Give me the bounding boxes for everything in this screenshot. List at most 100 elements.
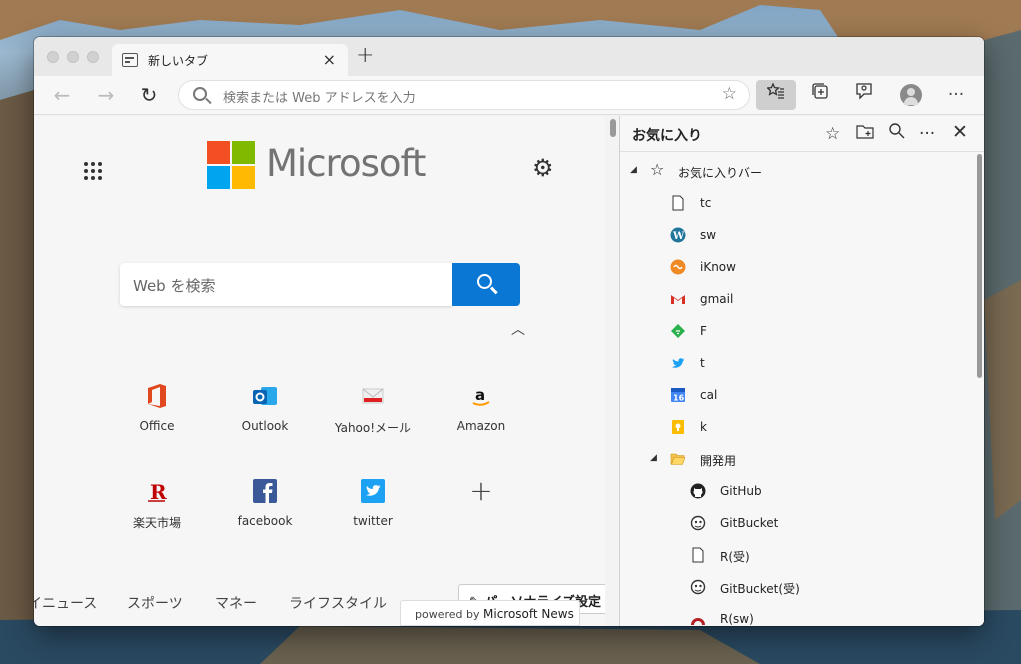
settings-more-button[interactable]: ··· xyxy=(936,80,976,110)
quick-link-label: twitter xyxy=(353,514,393,528)
quick-link-label: facebook xyxy=(237,514,293,528)
profile-avatar[interactable] xyxy=(900,84,922,106)
favorites-list-icon xyxy=(765,82,784,99)
app-launcher-icon[interactable] xyxy=(84,162,102,180)
favorite-label: iKnow xyxy=(700,260,736,274)
tab-strip: 新しいタブ × + xyxy=(34,37,984,77)
quick-link-label: Office xyxy=(139,419,175,433)
address-bar[interactable]: 検索または Web アドレスを入力 ☆ xyxy=(178,80,750,110)
favorite-label: R(受) xyxy=(720,550,750,564)
add-favorite-icon[interactable]: ☆ xyxy=(825,124,840,144)
close-window-button[interactable] xyxy=(47,51,59,63)
star-icon: ☆ xyxy=(650,160,665,179)
rakuten-icon: R xyxy=(143,477,171,505)
github-icon xyxy=(690,483,706,499)
favorite-label: tc xyxy=(700,196,712,210)
svg-text:16: 16 xyxy=(673,394,685,403)
search-icon[interactable] xyxy=(888,122,906,145)
toolbar: ← → ↻ 検索または Web アドレスを入力 ☆ ··· xyxy=(34,76,984,115)
quick-link-twitter[interactable]: twitter xyxy=(323,477,423,528)
favorite-label: k xyxy=(700,420,707,434)
favorite-label: F xyxy=(700,324,707,338)
favorites-scrollbar[interactable] xyxy=(977,154,982,378)
news-tab-money[interactable]: マネー xyxy=(215,593,257,613)
favorite-label: GitBucket(受) xyxy=(720,582,800,596)
keep-icon xyxy=(672,420,684,434)
feedback-button[interactable] xyxy=(844,80,884,110)
collapse-triangle-icon[interactable]: ◢ xyxy=(630,165,637,175)
page-icon xyxy=(672,195,684,211)
feedly-icon xyxy=(671,324,685,338)
feedback-icon xyxy=(856,83,872,100)
calendar-icon: 16 xyxy=(671,388,685,403)
outlook-icon xyxy=(251,382,279,410)
page-scrollbar[interactable] xyxy=(610,119,616,137)
favorite-label: gmail xyxy=(700,292,734,306)
page-icon xyxy=(692,547,704,563)
collapse-triangle-icon[interactable]: ◢ xyxy=(650,453,657,463)
new-tab-button[interactable]: + xyxy=(356,43,374,68)
tab-new-tab[interactable]: 新しいタブ × xyxy=(112,44,348,77)
browser-window: 新しいタブ × + ← → ↻ 検索または Web アドレスを入力 ☆ ··· xyxy=(34,37,984,626)
back-button[interactable]: ← xyxy=(49,82,75,108)
office-icon xyxy=(143,382,171,410)
favorite-label: t xyxy=(700,356,705,370)
folder-label: 開発用 xyxy=(700,454,737,468)
chevron-up-icon[interactable]: ︿ xyxy=(511,319,525,339)
refresh-button[interactable]: ↻ xyxy=(136,82,162,108)
favorite-label: GitHub xyxy=(720,484,762,498)
search-icon xyxy=(193,87,207,101)
zoom-window-button[interactable] xyxy=(87,51,99,63)
web-search-button[interactable] xyxy=(452,263,520,306)
favorite-label: cal xyxy=(700,388,718,402)
quick-link-outlook[interactable]: Outlook xyxy=(215,382,315,433)
favorites-button[interactable] xyxy=(756,80,796,110)
news-tab-sports[interactable]: スポーツ xyxy=(127,593,183,613)
favorites-bar-label: お気に入りバー xyxy=(678,166,763,180)
iknow-icon xyxy=(670,259,686,275)
forward-button[interactable]: → xyxy=(93,82,119,108)
add-favorite-icon[interactable]: ☆ xyxy=(722,84,737,104)
gear-icon[interactable]: ⚙ xyxy=(532,154,554,182)
collections-icon xyxy=(812,83,828,99)
news-tab-news[interactable]: イニュース xyxy=(34,593,97,613)
redmine-icon xyxy=(691,618,705,625)
address-input[interactable]: 検索または Web アドレスを入力 xyxy=(223,87,416,106)
powered-by-badge: powered by Microsoft News xyxy=(400,600,580,626)
more-options-icon[interactable]: ··· xyxy=(919,124,935,144)
new-tab-page-icon xyxy=(122,53,138,67)
quick-link-facebook[interactable]: facebook xyxy=(215,477,315,528)
folder-open-icon xyxy=(670,453,686,465)
add-quick-link-button[interactable]: + xyxy=(431,477,531,505)
powered-by-brand: Microsoft News xyxy=(483,607,574,621)
yahoo-mail-icon xyxy=(359,382,387,410)
facebook-icon xyxy=(251,477,279,505)
favorite-label: GitBucket xyxy=(720,516,779,530)
favorite-label: R(sw) xyxy=(720,612,754,626)
svg-text:a: a xyxy=(475,386,485,404)
gmail-icon xyxy=(671,295,685,304)
quick-link-office[interactable]: Office xyxy=(107,382,207,433)
plus-icon: + xyxy=(469,474,493,507)
quick-link-label: Outlook xyxy=(241,419,289,433)
add-folder-icon[interactable] xyxy=(856,123,874,144)
quick-link-amazon[interactable]: a Amazon xyxy=(431,382,531,433)
twitter-icon xyxy=(672,358,685,368)
quick-link-label: 楽天市場 xyxy=(132,516,181,530)
favorites-header-divider xyxy=(620,151,984,152)
microsoft-wordmark: Microsoft xyxy=(266,142,426,185)
search-icon xyxy=(477,274,492,289)
close-icon[interactable]: ✕ xyxy=(952,121,968,143)
quick-link-yahoo-mail[interactable]: Yahoo!メール xyxy=(323,382,423,436)
tab-title: 新しいタブ xyxy=(148,54,209,68)
quick-link-label: Amazon xyxy=(456,419,506,433)
gitbucket-icon xyxy=(690,515,706,531)
news-tab-lifestyle[interactable]: ライフスタイル xyxy=(289,593,387,613)
collections-button[interactable] xyxy=(800,80,840,110)
powered-by-prefix: powered by xyxy=(415,608,480,621)
close-tab-icon[interactable]: × xyxy=(323,50,336,69)
wordpress-icon: W xyxy=(670,227,686,243)
minimize-window-button[interactable] xyxy=(67,51,79,63)
web-search-input[interactable]: Web を検索 xyxy=(120,263,452,306)
quick-link-rakuten[interactable]: R 楽天市場 xyxy=(107,477,207,531)
